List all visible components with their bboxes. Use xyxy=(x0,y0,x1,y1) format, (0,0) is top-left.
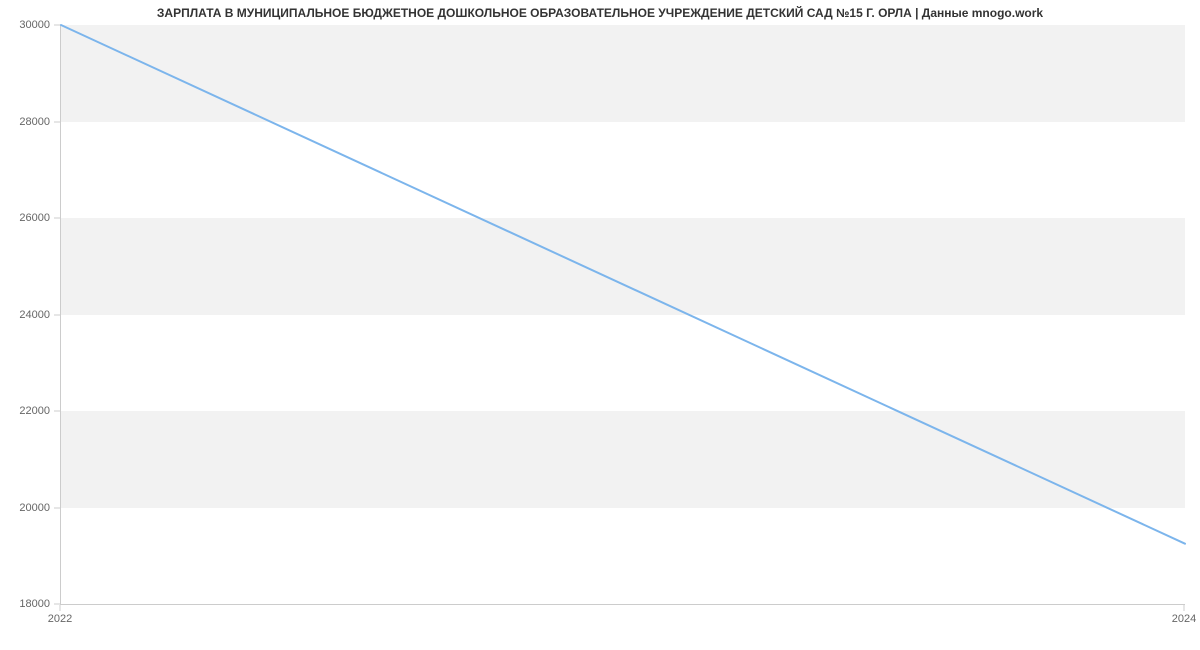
line-layer xyxy=(61,25,1185,604)
y-axis: 18000200002200024000260002800030000 xyxy=(0,25,60,605)
y-tick-label: 28000 xyxy=(19,116,50,128)
y-tick-label: 18000 xyxy=(19,598,50,610)
x-tick-label: 2022 xyxy=(48,613,72,625)
y-tick-label: 26000 xyxy=(19,212,50,224)
y-tick-label: 30000 xyxy=(19,19,50,31)
plot-area xyxy=(60,25,1185,605)
y-tick-label: 24000 xyxy=(19,309,50,321)
x-tick-mark xyxy=(60,605,61,611)
chart-container: ЗАРПЛАТА В МУНИЦИПАЛЬНОЕ БЮДЖЕТНОЕ ДОШКО… xyxy=(0,0,1200,650)
y-tick-label: 22000 xyxy=(19,405,50,417)
x-axis: 20222024 xyxy=(60,605,1185,635)
series-line xyxy=(61,25,1185,544)
y-tick-label: 20000 xyxy=(19,502,50,514)
x-tick-label: 2024 xyxy=(1172,613,1196,625)
chart-title: ЗАРПЛАТА В МУНИЦИПАЛЬНОЕ БЮДЖЕТНОЕ ДОШКО… xyxy=(0,6,1200,20)
x-tick-mark xyxy=(1184,605,1185,611)
